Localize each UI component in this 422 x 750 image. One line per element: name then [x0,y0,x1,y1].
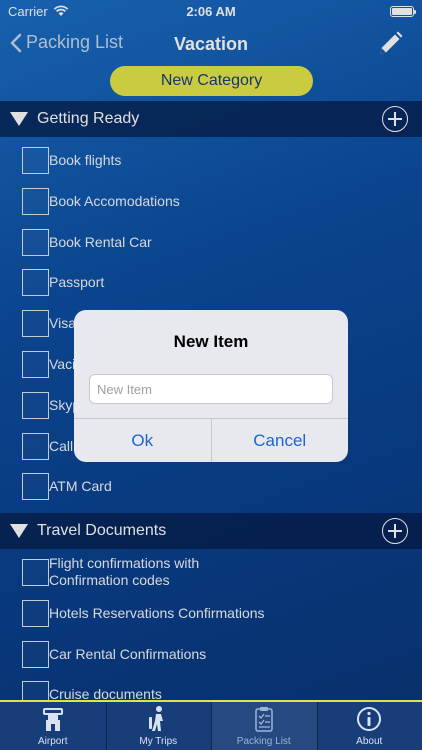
info-icon [357,707,382,731]
tab-packing-list[interactable]: Packing List [211,702,317,750]
tab-label: Packing List [236,736,291,747]
checklist-icon [255,707,273,732]
tab-label: My Trips [139,736,178,747]
new-item-input[interactable]: New Item [89,374,333,404]
airport-tower-icon [42,708,63,731]
dialog-title: New Item [173,332,249,351]
cancel-button[interactable]: Cancel [210,419,349,462]
tab-label: About [356,736,383,747]
tab-about[interactable]: About [316,702,422,750]
tab-my-trips[interactable]: My Trips [105,702,212,750]
tab-bar: Airport My Trips Packing List About [0,700,422,750]
ok-button[interactable]: Ok [74,419,211,462]
traveler-icon [149,706,164,731]
new-item-dialog: New Item New Item Ok Cancel [74,310,348,462]
tab-airport[interactable]: Airport [0,702,106,750]
tab-label: Airport [38,736,68,747]
